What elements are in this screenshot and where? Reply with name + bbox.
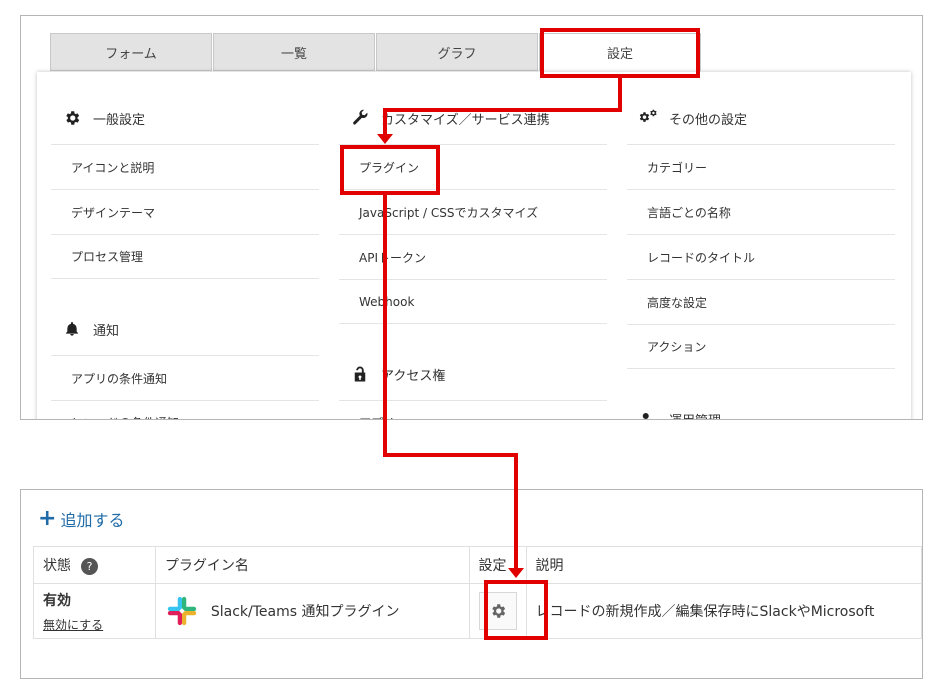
- menu-process-management[interactable]: プロセス管理: [51, 234, 319, 279]
- help-icon[interactable]: ?: [81, 557, 98, 575]
- disable-link[interactable]: 無効にする: [43, 616, 146, 633]
- access-title: アクセス権: [381, 368, 446, 384]
- menu-design-theme[interactable]: デザインテーマ: [51, 189, 319, 234]
- highlight-plugin-settings: [484, 580, 548, 640]
- arrow-line: [383, 108, 622, 112]
- arrow-line: [514, 453, 518, 571]
- arrow-line: [383, 453, 518, 457]
- general-settings-heading: 一般設定: [51, 92, 319, 144]
- slack-icon: [165, 594, 199, 628]
- menu-api-token[interactable]: APIトークン: [339, 234, 607, 279]
- header-status: 状態?: [33, 546, 156, 584]
- other-settings-column: その他の設定 カテゴリー 言語ごとの名称 レコードのタイトル 高度な設定 アクシ…: [627, 92, 895, 420]
- gear-icon: [61, 109, 83, 127]
- notify-title: 通知: [93, 323, 120, 339]
- plugin-list-panel: + 追加する 状態? プラグイン名 設定 説明 有効 無効にする Slack/T…: [20, 489, 923, 679]
- tab-list[interactable]: 一覧: [213, 33, 375, 71]
- arrow-head: [508, 568, 524, 578]
- plugin-name: Slack/Teams 通知プラグイン: [210, 604, 400, 620]
- users-icon: [637, 410, 659, 419]
- arrow-line: [618, 78, 622, 112]
- header-description: 説明: [525, 546, 922, 584]
- menu-record-title[interactable]: レコードのタイトル: [627, 234, 895, 279]
- header-plugin-name: プラグイン名: [154, 546, 470, 584]
- plugin-name-cell: Slack/Teams 通知プラグイン: [154, 583, 470, 639]
- header-status-label: 状態: [43, 558, 71, 574]
- app-settings-panel: フォーム 一覧 グラフ 設定 一般設定 アイコンと説明 デザインテーマ プロセス…: [20, 15, 923, 420]
- menu-app-condition-notify[interactable]: アプリの条件通知: [51, 355, 319, 400]
- arrow-line: [383, 195, 387, 457]
- menu-action[interactable]: アクション: [627, 324, 895, 369]
- bell-icon: [61, 320, 83, 338]
- add-plugin-label: 追加する: [60, 511, 125, 530]
- highlight-plugin-menu: [340, 145, 440, 195]
- menu-access-app[interactable]: アプリ: [339, 400, 607, 419]
- ops-heading: 運用管理: [627, 393, 895, 420]
- plus-icon: +: [38, 506, 57, 531]
- plugin-description-cell: レコードの新規作成／編集保存時にSlackやMicrosoft: [525, 583, 922, 639]
- gears-icon: [637, 109, 659, 127]
- settings-card: 一般設定 アイコンと説明 デザインテーマ プロセス管理 通知 アプリの条件通知 …: [37, 72, 911, 420]
- lock-icon: [349, 364, 371, 384]
- plugin-table: 状態? プラグイン名 設定 説明 有効 無効にする Slack/Teams 通知…: [33, 546, 922, 639]
- menu-category[interactable]: カテゴリー: [627, 144, 895, 189]
- menu-webhook[interactable]: Webhook: [339, 279, 607, 324]
- other-settings-title: その他の設定: [669, 112, 748, 128]
- menu-language-names[interactable]: 言語ごとの名称: [627, 189, 895, 234]
- tab-form[interactable]: フォーム: [50, 33, 212, 71]
- menu-record-condition-notify[interactable]: レコードの条件通知: [51, 400, 319, 419]
- arrow-head: [377, 134, 393, 144]
- plugin-status-cell: 有効 無効にする: [33, 583, 156, 639]
- plugin-table-header: 状態? プラグイン名 設定 説明: [33, 546, 922, 584]
- highlight-settings-tab: [540, 28, 700, 78]
- status-enabled: 有効: [43, 592, 71, 609]
- wrench-icon: [349, 109, 371, 127]
- menu-advanced-settings[interactable]: 高度な設定: [627, 279, 895, 324]
- general-settings-title: 一般設定: [93, 112, 146, 128]
- tab-graph[interactable]: グラフ: [376, 33, 538, 71]
- add-plugin-link[interactable]: + 追加する: [38, 507, 124, 531]
- general-settings-column: 一般設定 アイコンと説明 デザインテーマ プロセス管理 通知 アプリの条件通知 …: [51, 92, 319, 419]
- notify-heading: 通知: [51, 303, 319, 355]
- table-row: 有効 無効にする Slack/Teams 通知プラグイン レコードの新規作成／編…: [33, 583, 922, 639]
- menu-icon-description[interactable]: アイコンと説明: [51, 144, 319, 189]
- ops-title: 運用管理: [669, 410, 721, 420]
- other-settings-heading: その他の設定: [627, 92, 895, 144]
- menu-js-css-customize[interactable]: JavaScript / CSSでカスタマイズ: [339, 189, 607, 234]
- access-heading: アクセス権: [339, 348, 607, 400]
